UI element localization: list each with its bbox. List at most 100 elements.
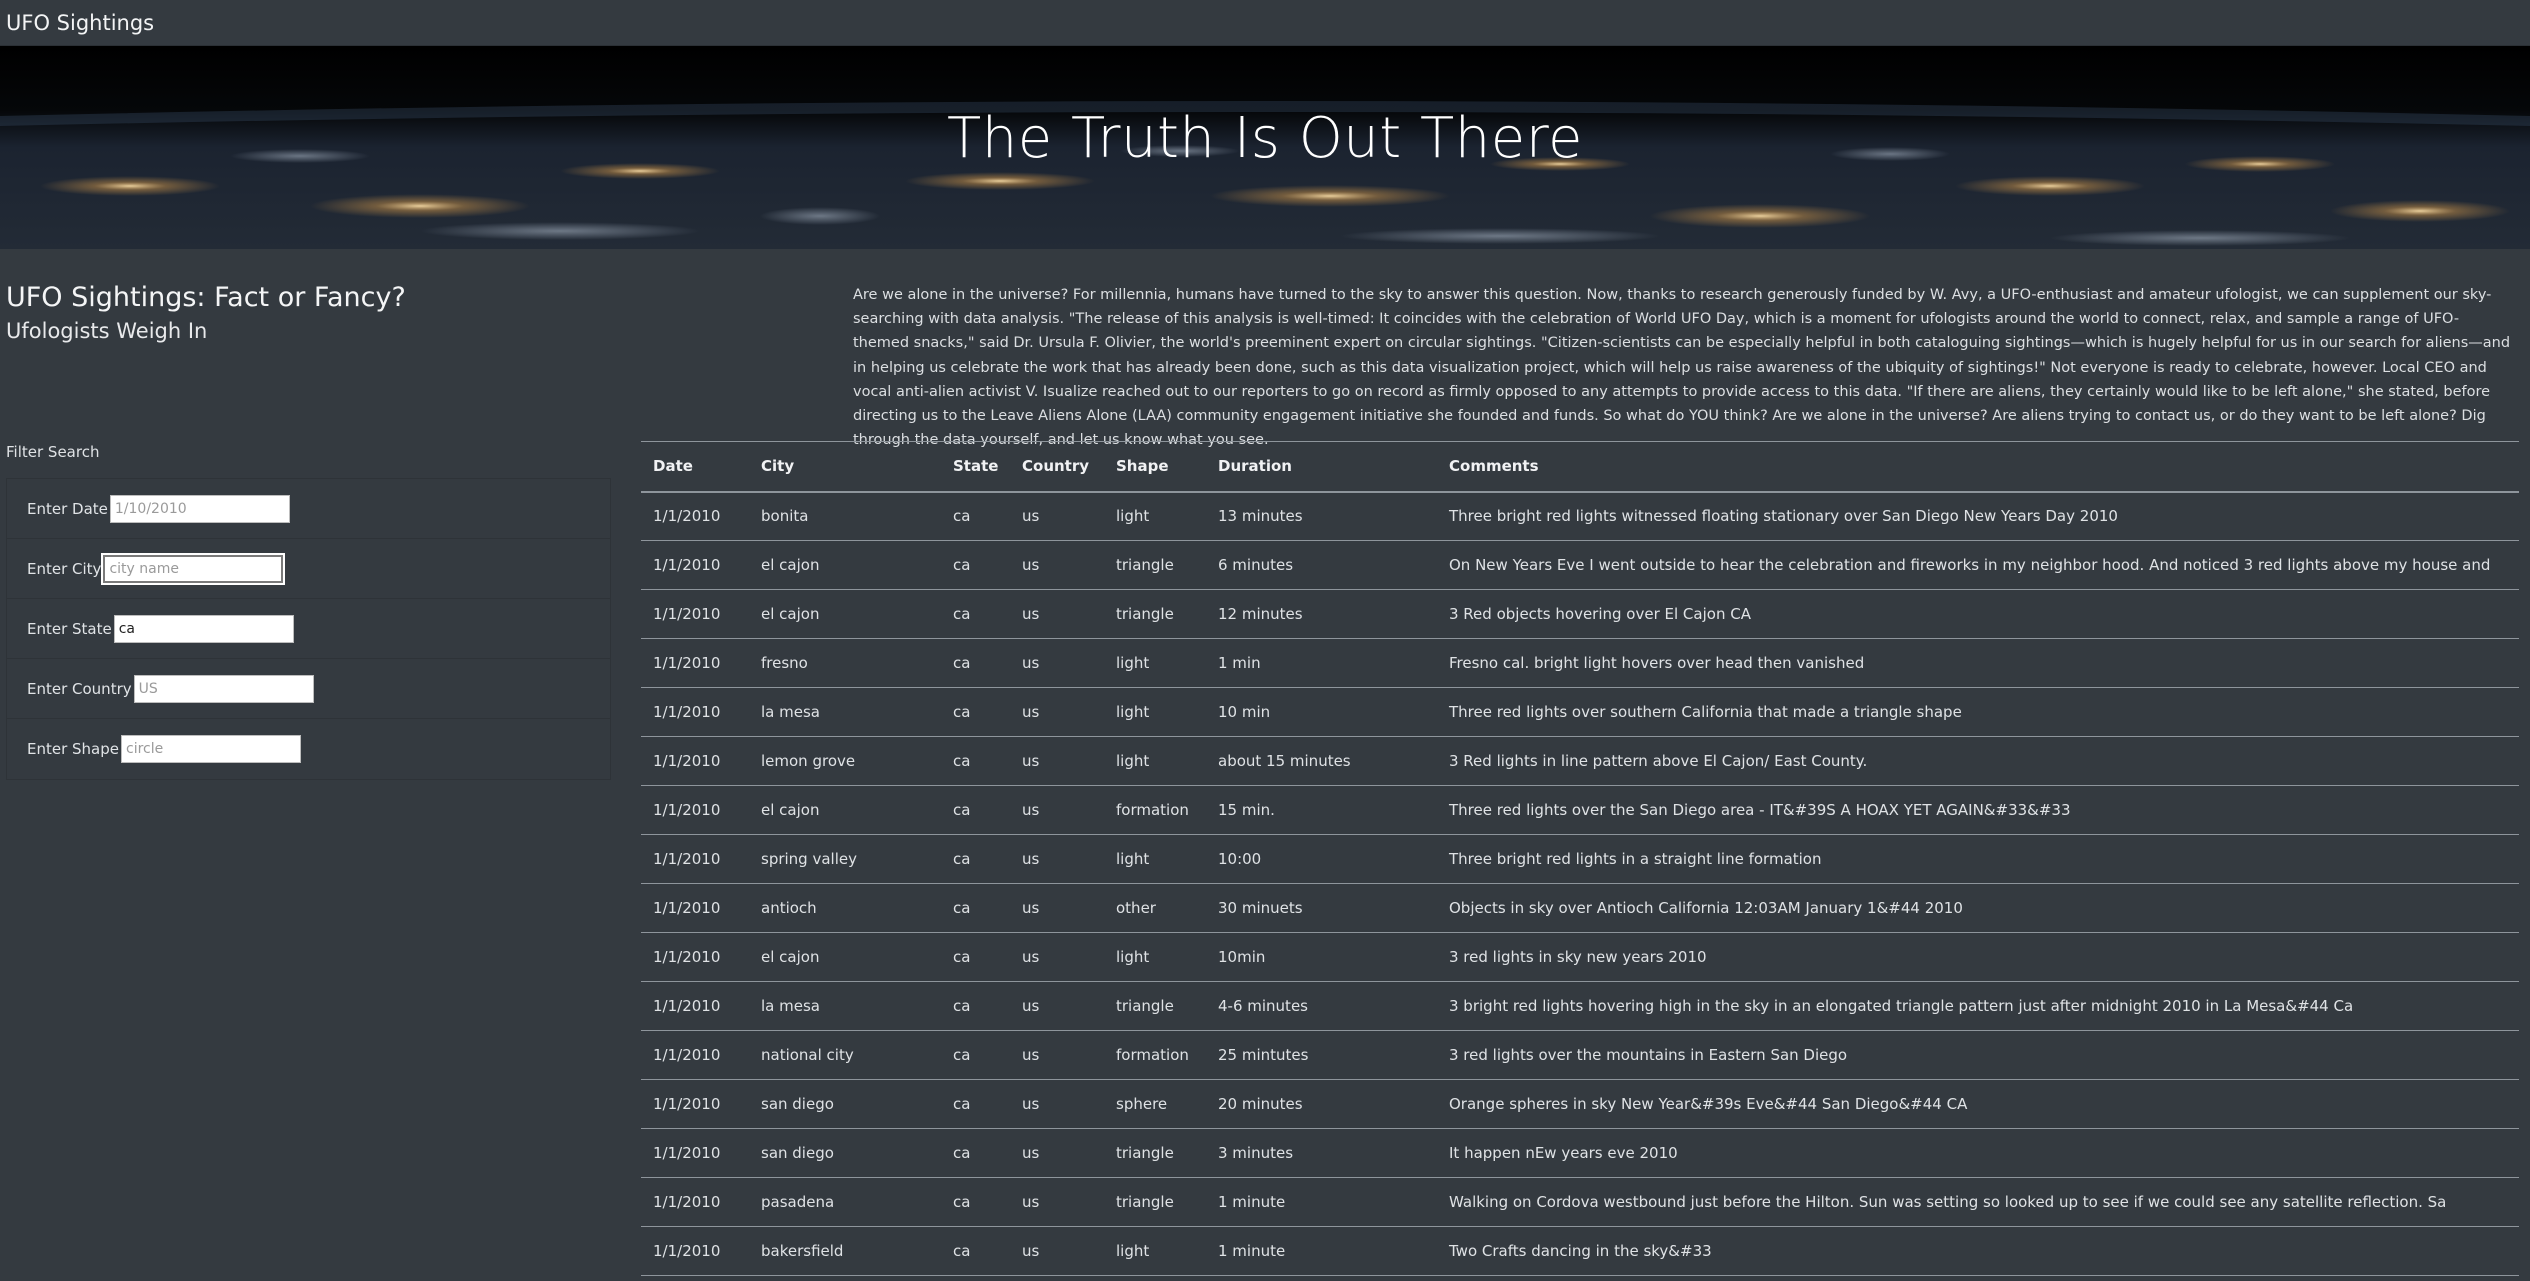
cell-state: ca <box>941 1226 1010 1276</box>
table-row: 1/1/2010 el cajon ca us light 10min 3 red ligh… <box>641 932 2519 982</box>
cell-date: 1/1/2010 <box>641 883 749 933</box>
cell-comments: On New Years Eve I went outside to hear … <box>1437 540 2519 590</box>
header-shape: Shape <box>1104 441 1206 493</box>
table-row: 1/1/2010 pasadena ca us triangle 1 minute Walk… <box>641 1177 2519 1227</box>
cell-country: us <box>1010 1030 1104 1080</box>
cell-duration: 10min <box>1206 932 1437 982</box>
cell-shape: formation <box>1104 1030 1206 1080</box>
cell-comments: Objects in sky over Antioch California 1… <box>1437 883 2519 933</box>
cell-shape: light <box>1104 491 1206 541</box>
filter-item-state: Enter State <box>7 599 610 659</box>
cell-country: us <box>1010 540 1104 590</box>
cell-duration: 20 minutes <box>1206 1079 1437 1129</box>
cell-comments: Three bright red lights witnessed floati… <box>1437 491 2519 541</box>
cell-state: ca <box>941 1177 1010 1227</box>
cell-duration: 3 minutes <box>1206 1128 1437 1178</box>
filter-search-heading: Filter Search <box>6 443 100 461</box>
cell-date: 1/1/2010 <box>641 1128 749 1178</box>
table-row: 1/1/2010 la mesa ca us light 10 min Three red … <box>641 687 2519 737</box>
cell-state: ca <box>941 638 1010 688</box>
cell-city: san diego <box>749 1128 941 1178</box>
cell-shape: light <box>1104 1226 1206 1276</box>
cell-shape: other <box>1104 883 1206 933</box>
table-row: 1/1/2010 spring valley ca us light 10:00 Three… <box>641 834 2519 884</box>
table-row: 1/1/2010 el cajon ca us triangle 6 minutes On … <box>641 540 2519 590</box>
cell-date: 1/1/2010 <box>641 1079 749 1129</box>
cell-city: bakersfield <box>749 1226 941 1276</box>
cell-shape: light <box>1104 638 1206 688</box>
cell-duration: 1 minute <box>1206 1177 1437 1227</box>
cell-city: el cajon <box>749 932 941 982</box>
cell-comments: 3 bright red lights hovering high in the… <box>1437 981 2519 1031</box>
shape-input[interactable] <box>121 735 301 763</box>
brand-link[interactable]: UFO Sightings <box>6 11 154 35</box>
cell-state: ca <box>941 1128 1010 1178</box>
cell-state: ca <box>941 883 1010 933</box>
cell-comments: 3 red lights in sky new years 2010 <box>1437 932 2519 982</box>
cell-duration: 15 min. <box>1206 785 1437 835</box>
cell-duration: 10:00 <box>1206 834 1437 884</box>
cell-duration: 6 minutes <box>1206 540 1437 590</box>
page-subtitle: Ufologists Weigh In <box>6 319 208 343</box>
state-input[interactable] <box>113 614 294 643</box>
cell-country: us <box>1010 1128 1104 1178</box>
table-row: 1/1/2010 antioch ca us other 30 minuets Object… <box>641 883 2519 933</box>
table-row: 1/1/2010 san diego ca us sphere 20 minutes Ora… <box>641 1079 2519 1129</box>
date-input[interactable] <box>109 494 290 523</box>
cell-duration: 13 minutes <box>1206 491 1437 541</box>
cell-date: 1/1/2010 <box>641 736 749 786</box>
page-title-block: UFO Sightings: Fact or Fancy? Ufologists… <box>6 282 406 343</box>
cell-country: us <box>1010 1226 1104 1276</box>
header-duration: Duration <box>1206 441 1437 493</box>
cell-date: 1/1/2010 <box>641 687 749 737</box>
cell-duration: about 15 minutes <box>1206 736 1437 786</box>
cell-state: ca <box>941 540 1010 590</box>
ufo-table: Date City State Country Shape Duration C… <box>641 441 2519 1276</box>
state-label: Enter State <box>27 619 112 638</box>
cell-comments: It happen nEw years eve 2010 <box>1437 1128 2519 1178</box>
cell-comments: 3 red lights over the mountains in Easte… <box>1437 1030 2519 1080</box>
cell-date: 1/1/2010 <box>641 638 749 688</box>
cell-comments: Orange spheres in sky New Year&#39s Eve&… <box>1437 1079 2519 1129</box>
hero-banner: The Truth Is Out There <box>0 46 2530 249</box>
cell-country: us <box>1010 491 1104 541</box>
filter-list: Enter Date Enter City Enter State Enter … <box>6 478 611 780</box>
header-city: City <box>749 441 941 493</box>
country-label: Enter Country <box>27 679 132 698</box>
filter-item-country: Enter Country <box>7 659 610 719</box>
cell-city: el cajon <box>749 589 941 639</box>
cell-state: ca <box>941 589 1010 639</box>
date-label: Enter Date <box>27 499 108 518</box>
intro-paragraph: Are we alone in the universe? For millen… <box>853 287 2511 449</box>
cell-comments: Three bright red lights in a straight li… <box>1437 834 2519 884</box>
cell-date: 1/1/2010 <box>641 981 749 1031</box>
table-row: 1/1/2010 fresno ca us light 1 min Fresno cal. … <box>641 638 2519 688</box>
cell-state: ca <box>941 491 1010 541</box>
cell-country: us <box>1010 589 1104 639</box>
navbar: UFO Sightings <box>0 0 2530 46</box>
cell-country: us <box>1010 687 1104 737</box>
cell-date: 1/1/2010 <box>641 589 749 639</box>
cell-date: 1/1/2010 <box>641 785 749 835</box>
cell-shape: triangle <box>1104 540 1206 590</box>
ufo-table-container: Date City State Country Shape Duration C… <box>641 441 2519 1281</box>
cell-duration: 4-6 minutes <box>1206 981 1437 1031</box>
cell-state: ca <box>941 736 1010 786</box>
cell-date: 1/1/2010 <box>641 932 749 982</box>
cell-country: us <box>1010 981 1104 1031</box>
cell-duration: 25 mintutes <box>1206 1030 1437 1080</box>
cell-city: la mesa <box>749 981 941 1031</box>
table-header-row: Date City State Country Shape Duration C… <box>641 441 2519 493</box>
city-input[interactable] <box>103 554 284 583</box>
cell-comments: 3 Red lights in line pattern above El Ca… <box>1437 736 2519 786</box>
cell-country: us <box>1010 736 1104 786</box>
cell-date: 1/1/2010 <box>641 1177 749 1227</box>
cell-country: us <box>1010 1079 1104 1129</box>
cell-comments: Walking on Cordova westbound just before… <box>1437 1177 2519 1227</box>
city-label: Enter City <box>27 559 102 578</box>
cell-country: us <box>1010 1177 1104 1227</box>
table-row: 1/1/2010 lemon grove ca us light about 15 min… <box>641 736 2519 786</box>
country-input[interactable] <box>133 674 314 703</box>
cell-state: ca <box>941 981 1010 1031</box>
cell-date: 1/1/2010 <box>641 1030 749 1080</box>
